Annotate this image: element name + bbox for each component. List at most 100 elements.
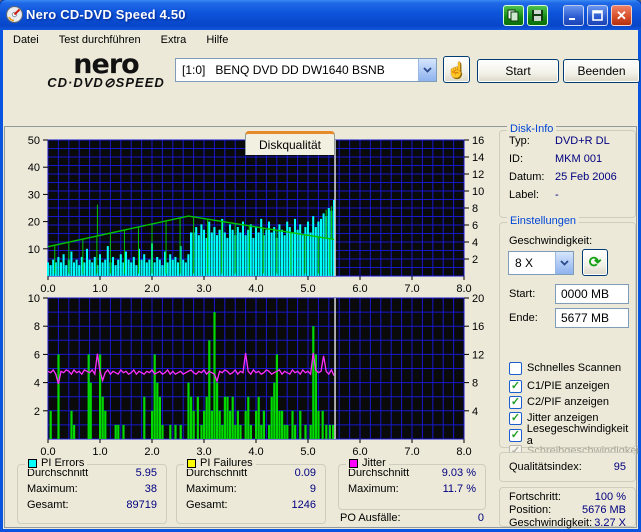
svg-text:16: 16 [472, 135, 484, 147]
maximize-button[interactable] [587, 5, 608, 26]
tab-diskqualitaet[interactable]: Diskqualität [245, 131, 335, 155]
svg-text:40: 40 [28, 162, 40, 174]
svg-text:8.0: 8.0 [456, 446, 471, 458]
settings-group: Einstellungen Geschwindigkeit: 8 X ⟳ Sta… [499, 215, 639, 458]
app-window: Nero CD-DVD Speed 4.50 ✕ Datei Test durc… [0, 0, 641, 532]
pi-errors-legend-swatch [28, 458, 37, 468]
minimize-button[interactable] [563, 5, 584, 26]
nero-logo-text: nero [73, 49, 139, 80]
svg-text:5.0: 5.0 [300, 446, 315, 458]
start-position-input[interactable]: 0000 MB [555, 284, 629, 304]
menu-extra[interactable]: Extra [159, 33, 189, 47]
po-failures-row: PO Ausfälle: 0 [340, 512, 484, 524]
disk-id-value: MKM 001 [555, 152, 603, 165]
quality-group: Qualitätsindex: 95 [499, 452, 636, 482]
save-button[interactable] [527, 5, 548, 26]
svg-text:4: 4 [472, 237, 478, 249]
close-button[interactable]: ✕ [611, 5, 632, 26]
end-position-label: Ende: [509, 312, 538, 324]
checkbox-fast-scan[interactable]: ✓ Schnelles Scannen [509, 361, 621, 375]
close-icon: ✕ [616, 8, 627, 23]
quality-index-label: Qualitätsindex: [509, 461, 582, 473]
refresh-speed-button[interactable]: ⟳ [582, 249, 608, 276]
svg-text:10: 10 [28, 293, 40, 305]
svg-text:8.0: 8.0 [456, 283, 471, 292]
svg-text:4: 4 [34, 378, 40, 390]
speed-label: Geschwindigkeit: [509, 235, 593, 247]
disk-id-label: ID: [509, 152, 524, 165]
svg-text:4.0: 4.0 [248, 283, 263, 292]
position-row: Position: 5676 MB [509, 504, 626, 516]
svg-text:2: 2 [34, 406, 40, 418]
speed-select-value: 8 X [515, 256, 534, 270]
disk-label-row: Label: - [500, 185, 635, 203]
svg-text:2: 2 [472, 254, 478, 266]
disk-label-label: Label: [509, 188, 539, 201]
svg-text:10: 10 [28, 244, 40, 256]
svg-text:7.0: 7.0 [404, 446, 419, 458]
svg-text:10: 10 [472, 186, 484, 198]
checkbox-c1-pie[interactable]: ✓ C1/PIE anzeigen [509, 379, 610, 393]
client-area: Datei Test durchführen Extra Hilfe nero … [3, 30, 640, 529]
drive-select[interactable]: [1:0] BENQ DVD DD DW1640 BSNB [175, 58, 437, 82]
checkbox-icon: ✓ [509, 361, 522, 375]
svg-text:20: 20 [472, 293, 484, 305]
disk-label-value: - [555, 188, 559, 201]
checkbox-c2-pif[interactable]: ✓ C2/PIF anzeigen [509, 395, 609, 409]
drive-select-value: [1:0] BENQ DVD DD DW1640 BSNB [182, 63, 385, 77]
pi-failures-group: PI Failures Durchschnitt 0.09 Maximum: 9 G… [176, 457, 326, 524]
settings-title: Einstellungen [507, 215, 580, 227]
svg-text:3.0: 3.0 [196, 283, 211, 292]
pi-failures-legend-swatch [187, 458, 196, 468]
window-title: Nero CD-DVD Speed 4.50 [26, 7, 186, 22]
svg-text:50: 50 [28, 135, 40, 147]
chevron-down-icon [560, 260, 569, 266]
svg-text:6: 6 [472, 220, 478, 232]
quality-index-value: 95 [613, 461, 626, 473]
po-failures-value: 0 [477, 512, 484, 524]
drive-options-button[interactable]: ☝ [443, 56, 470, 83]
chevron-down-icon [423, 67, 432, 73]
po-failures-label: PO Ausfälle: [340, 512, 401, 524]
titlebar[interactable]: Nero CD-DVD Speed 4.50 ✕ [0, 0, 641, 30]
checkbox-icon: ✓ [509, 395, 522, 409]
menu-hilfe[interactable]: Hilfe [204, 33, 230, 47]
checkbox-icon: ✓ [509, 428, 522, 442]
svg-text:8: 8 [34, 321, 40, 333]
svg-text:2.0: 2.0 [144, 446, 159, 458]
menu-datei[interactable]: Datei [11, 33, 41, 47]
svg-text:12: 12 [472, 169, 484, 181]
end-position-input[interactable]: 5677 MB [555, 308, 629, 328]
jitter-group: Jitter Durchschnitt 9.03 % Maximum: 11.7 % [338, 457, 486, 510]
jitter-title: Jitter [346, 457, 389, 469]
disk-type-label: Typ: [509, 134, 530, 147]
quit-button[interactable]: Beenden [563, 59, 640, 83]
svg-text:8: 8 [472, 378, 478, 390]
pi-errors-group: PI Errors Durchschnitt 5.95 Maximum: 38 Ge… [17, 457, 167, 524]
speed-select-arrow[interactable] [555, 252, 573, 274]
start-button[interactable]: Start [477, 59, 559, 83]
progress-row: Fortschritt: 100 % [509, 491, 626, 503]
progress-group: Fortschritt: 100 % Position: 5676 MB Ges… [499, 487, 636, 529]
app-icon [6, 6, 23, 23]
copy-button[interactable] [503, 5, 524, 26]
speed-select[interactable]: 8 X [508, 251, 574, 275]
menu-bar: Datei Test durchführen Extra Hilfe [3, 30, 638, 49]
svg-text:14: 14 [472, 152, 484, 164]
checkbox-read-speed[interactable]: ✓ Lesegeschwindigkeit a [509, 423, 635, 447]
svg-text:6: 6 [34, 349, 40, 361]
menu-test-durchfuehren[interactable]: Test durchführen [57, 33, 143, 47]
copy-icon [507, 9, 519, 22]
drive-select-arrow[interactable] [418, 59, 436, 81]
svg-text:0.0: 0.0 [40, 283, 55, 292]
disk-date-row: Datum: 25 Feb 2006 [500, 167, 635, 185]
svg-text:20: 20 [28, 217, 40, 229]
minimize-icon [569, 18, 575, 20]
svg-text:30: 30 [28, 189, 40, 201]
jitter-legend-swatch [349, 458, 358, 468]
disk-info-group: Disk-Info Typ: DVD+R DL ID: MKM 001 Datu… [499, 123, 636, 218]
checkbox-icon: ✓ [509, 379, 522, 393]
disk-id-row: ID: MKM 001 [500, 149, 635, 167]
maximize-icon [592, 10, 603, 21]
disk-info-title: Disk-Info [507, 123, 557, 135]
